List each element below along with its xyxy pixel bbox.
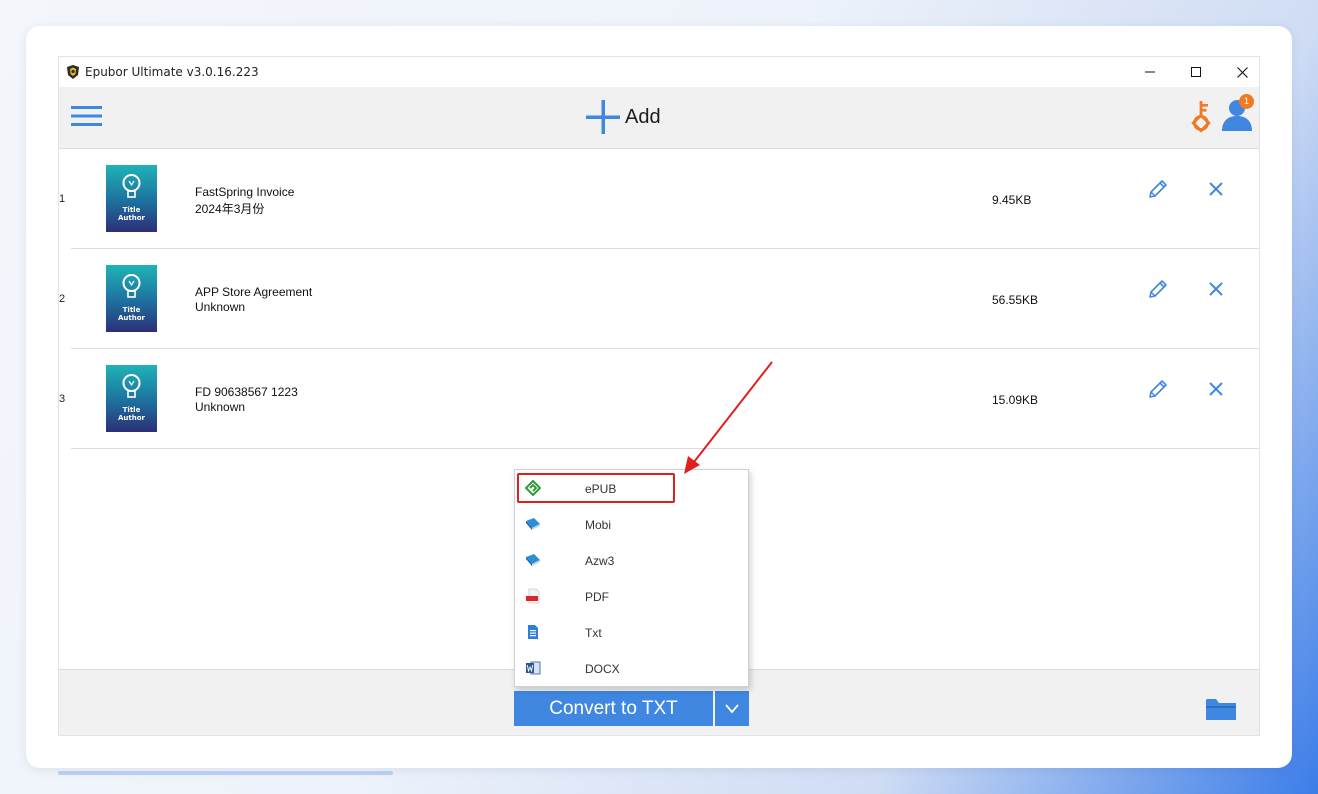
plus-icon	[586, 100, 620, 134]
row-index: 1	[59, 193, 66, 205]
format-label: Txt	[585, 626, 602, 640]
minimize-icon	[1145, 71, 1155, 73]
book-cover: Title Author	[106, 265, 157, 332]
book-row[interactable]: 1 Title Author FastSpring Invoice 2024年3…	[59, 149, 1259, 249]
app-window: Epubor Ultimate v3.0.16.223 Add 1 1 Titl…	[58, 56, 1260, 736]
txt-document-icon	[528, 625, 538, 639]
pdf-icon	[526, 588, 540, 604]
book-size: 15.09KB	[992, 393, 1039, 407]
title-bar: Epubor Ultimate v3.0.16.223	[59, 57, 1259, 87]
close-icon	[1236, 66, 1248, 78]
maximize-button[interactable]	[1173, 57, 1219, 87]
row-index: 2	[59, 293, 66, 305]
book-title: FastSpring Invoice	[195, 185, 295, 199]
remove-x-icon[interactable]	[1208, 281, 1224, 297]
book-author: 2024年3月份	[195, 202, 265, 216]
chevron-down-icon	[725, 703, 739, 713]
format-dropdown-toggle[interactable]	[715, 691, 749, 726]
window-title: Epubor Ultimate v3.0.16.223	[85, 65, 259, 79]
book-author: Unknown	[195, 300, 246, 314]
format-option-pdf[interactable]: PDF	[515, 578, 748, 614]
format-label: Azw3	[585, 554, 615, 568]
cover-title-text: Title	[123, 306, 141, 314]
mobi-book-icon	[526, 518, 540, 530]
cover-title-text: Title	[123, 206, 141, 214]
format-option-azw3[interactable]: Azw3	[515, 542, 748, 578]
main-toolbar: Add 1	[59, 87, 1259, 149]
hamburger-menu-icon[interactable]	[71, 104, 103, 128]
book-size: 56.55KB	[992, 293, 1039, 307]
azw3-book-icon	[526, 554, 540, 566]
edit-pencil-icon[interactable]	[1146, 177, 1170, 201]
book-author: Unknown	[195, 400, 246, 414]
cover-title-text: Title	[123, 406, 141, 414]
cover-author-text: Author	[118, 214, 146, 222]
folder-icon[interactable]	[1205, 696, 1237, 722]
key-icon[interactable]	[1189, 99, 1213, 133]
minimize-button[interactable]	[1127, 57, 1173, 87]
format-option-epub[interactable]: ePUB	[515, 470, 748, 506]
format-option-mobi[interactable]: Mobi	[515, 506, 748, 542]
edit-pencil-icon[interactable]	[1146, 277, 1170, 301]
edit-pencil-icon[interactable]	[1146, 377, 1170, 401]
add-button[interactable]: Add	[585, 98, 661, 136]
format-option-txt[interactable]: Txt	[515, 614, 748, 650]
format-label: DOCX	[585, 662, 620, 676]
highlight-box	[517, 473, 675, 503]
app-logo-icon	[67, 65, 79, 79]
format-label: Mobi	[585, 518, 612, 532]
row-index: 3	[59, 393, 66, 405]
decorative-bar	[58, 771, 393, 775]
book-row[interactable]: 3 Title Author FD 90638567 1223 Unknown …	[59, 349, 1259, 449]
add-label: Add	[625, 105, 661, 128]
remove-x-icon[interactable]	[1208, 381, 1224, 397]
format-menu: ePUB Mobi Azw3 PDF Txt DOCX	[514, 469, 749, 687]
cover-author-text: Author	[118, 314, 146, 322]
format-label: PDF	[585, 590, 609, 604]
cover-author-text: Author	[118, 414, 146, 422]
convert-button[interactable]: Convert to TXT	[514, 691, 713, 726]
notification-badge: 1	[1239, 94, 1254, 109]
book-cover: Title Author	[106, 165, 157, 232]
book-cover: Title Author	[106, 365, 157, 432]
book-title: FD 90638567 1223	[195, 385, 298, 399]
maximize-icon	[1191, 67, 1201, 77]
remove-x-icon[interactable]	[1208, 181, 1224, 197]
book-size: 9.45KB	[992, 193, 1032, 207]
book-title: APP Store Agreement	[195, 285, 313, 299]
close-window-button[interactable]	[1219, 57, 1259, 87]
word-icon	[526, 661, 541, 675]
book-row[interactable]: 2 Title Author APP Store Agreement Unkno…	[59, 249, 1259, 349]
format-option-docx[interactable]: DOCX	[515, 650, 748, 686]
